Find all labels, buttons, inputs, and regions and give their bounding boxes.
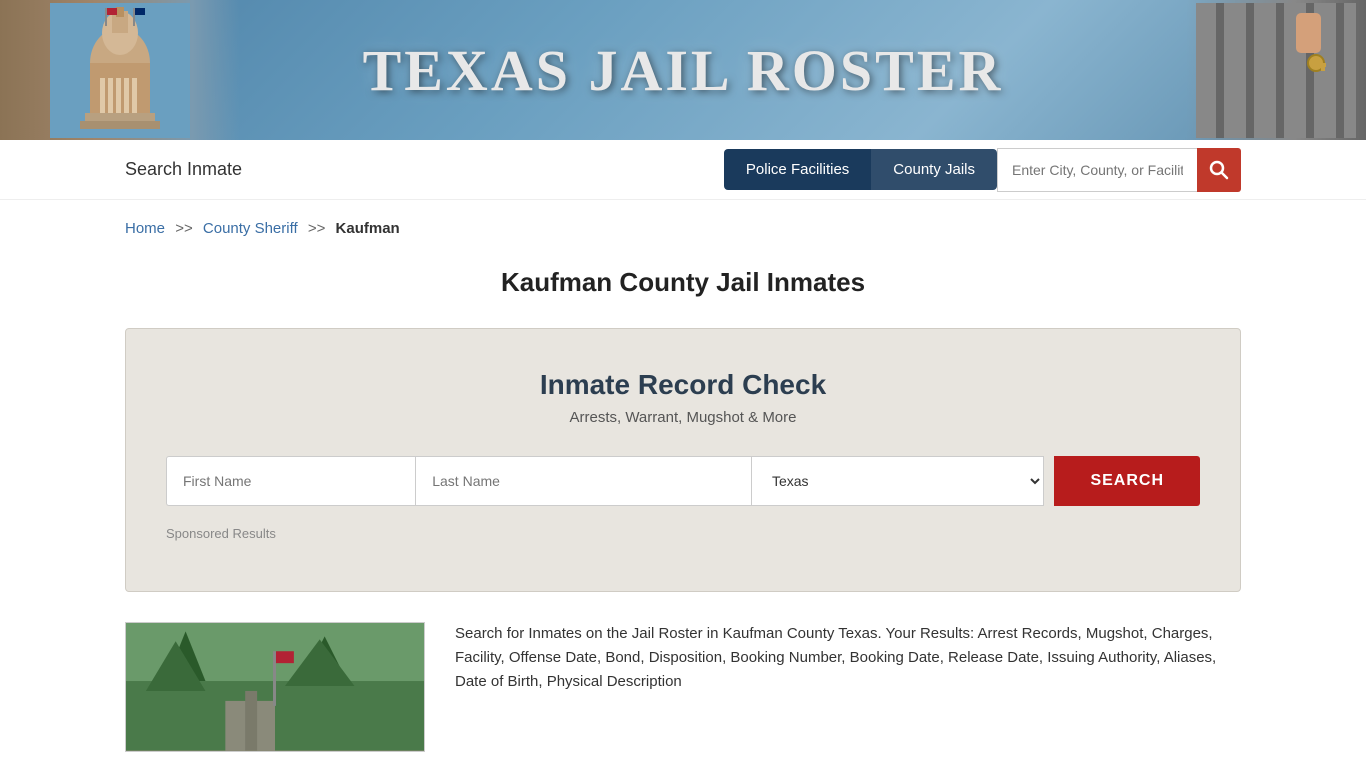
breadcrumb-home[interactable]: Home [125, 220, 165, 237]
state-select[interactable]: AlabamaAlaskaArizonaArkansasCaliforniaCo… [752, 456, 1044, 506]
county-image [126, 622, 424, 751]
banner-title: Texas Jail Roster [363, 37, 1004, 104]
jail-keys-icon [1196, 3, 1356, 138]
nav-right: Police Facilities County Jails [724, 148, 1241, 192]
record-check-form: AlabamaAlaskaArizonaArkansasCaliforniaCo… [166, 456, 1200, 506]
banner-right-image [1186, 0, 1366, 140]
breadcrumb-sep-2: >> [308, 220, 326, 237]
record-check-subtitle: Arrests, Warrant, Mugshot & More [166, 409, 1200, 426]
breadcrumb-county-sheriff[interactable]: County Sheriff [203, 220, 298, 237]
banner-left-image [0, 0, 240, 140]
first-name-input[interactable] [166, 456, 415, 506]
facility-search-button[interactable] [1197, 148, 1241, 192]
bottom-section: Search for Inmates on the Jail Roster in… [0, 622, 1366, 782]
record-check-title: Inmate Record Check [166, 369, 1200, 401]
facility-search-input[interactable] [997, 148, 1197, 192]
breadcrumb-current: Kaufman [336, 220, 400, 237]
header-banner: Texas Jail Roster [0, 0, 1366, 140]
county-jails-button[interactable]: County Jails [871, 149, 997, 190]
page-title-area: Kaufman County Jail Inmates [0, 247, 1366, 328]
nav-bar: Search Inmate Police Facilities County J… [0, 140, 1366, 200]
record-check-box: Inmate Record Check Arrests, Warrant, Mu… [125, 328, 1241, 592]
bottom-image [125, 622, 425, 752]
search-inmate-label: Search Inmate [125, 159, 242, 180]
record-search-button[interactable]: SEARCH [1054, 456, 1200, 506]
sponsored-label: Sponsored Results [166, 526, 1200, 541]
page-title: Kaufman County Jail Inmates [0, 267, 1366, 298]
police-facilities-button[interactable]: Police Facilities [724, 149, 871, 190]
breadcrumb: Home >> County Sheriff >> Kaufman [0, 200, 1366, 247]
breadcrumb-sep-1: >> [175, 220, 193, 237]
search-icon [1209, 160, 1229, 180]
last-name-input[interactable] [415, 456, 752, 506]
bottom-description: Search for Inmates on the Jail Roster in… [455, 622, 1241, 752]
capitol-icon [50, 3, 190, 138]
